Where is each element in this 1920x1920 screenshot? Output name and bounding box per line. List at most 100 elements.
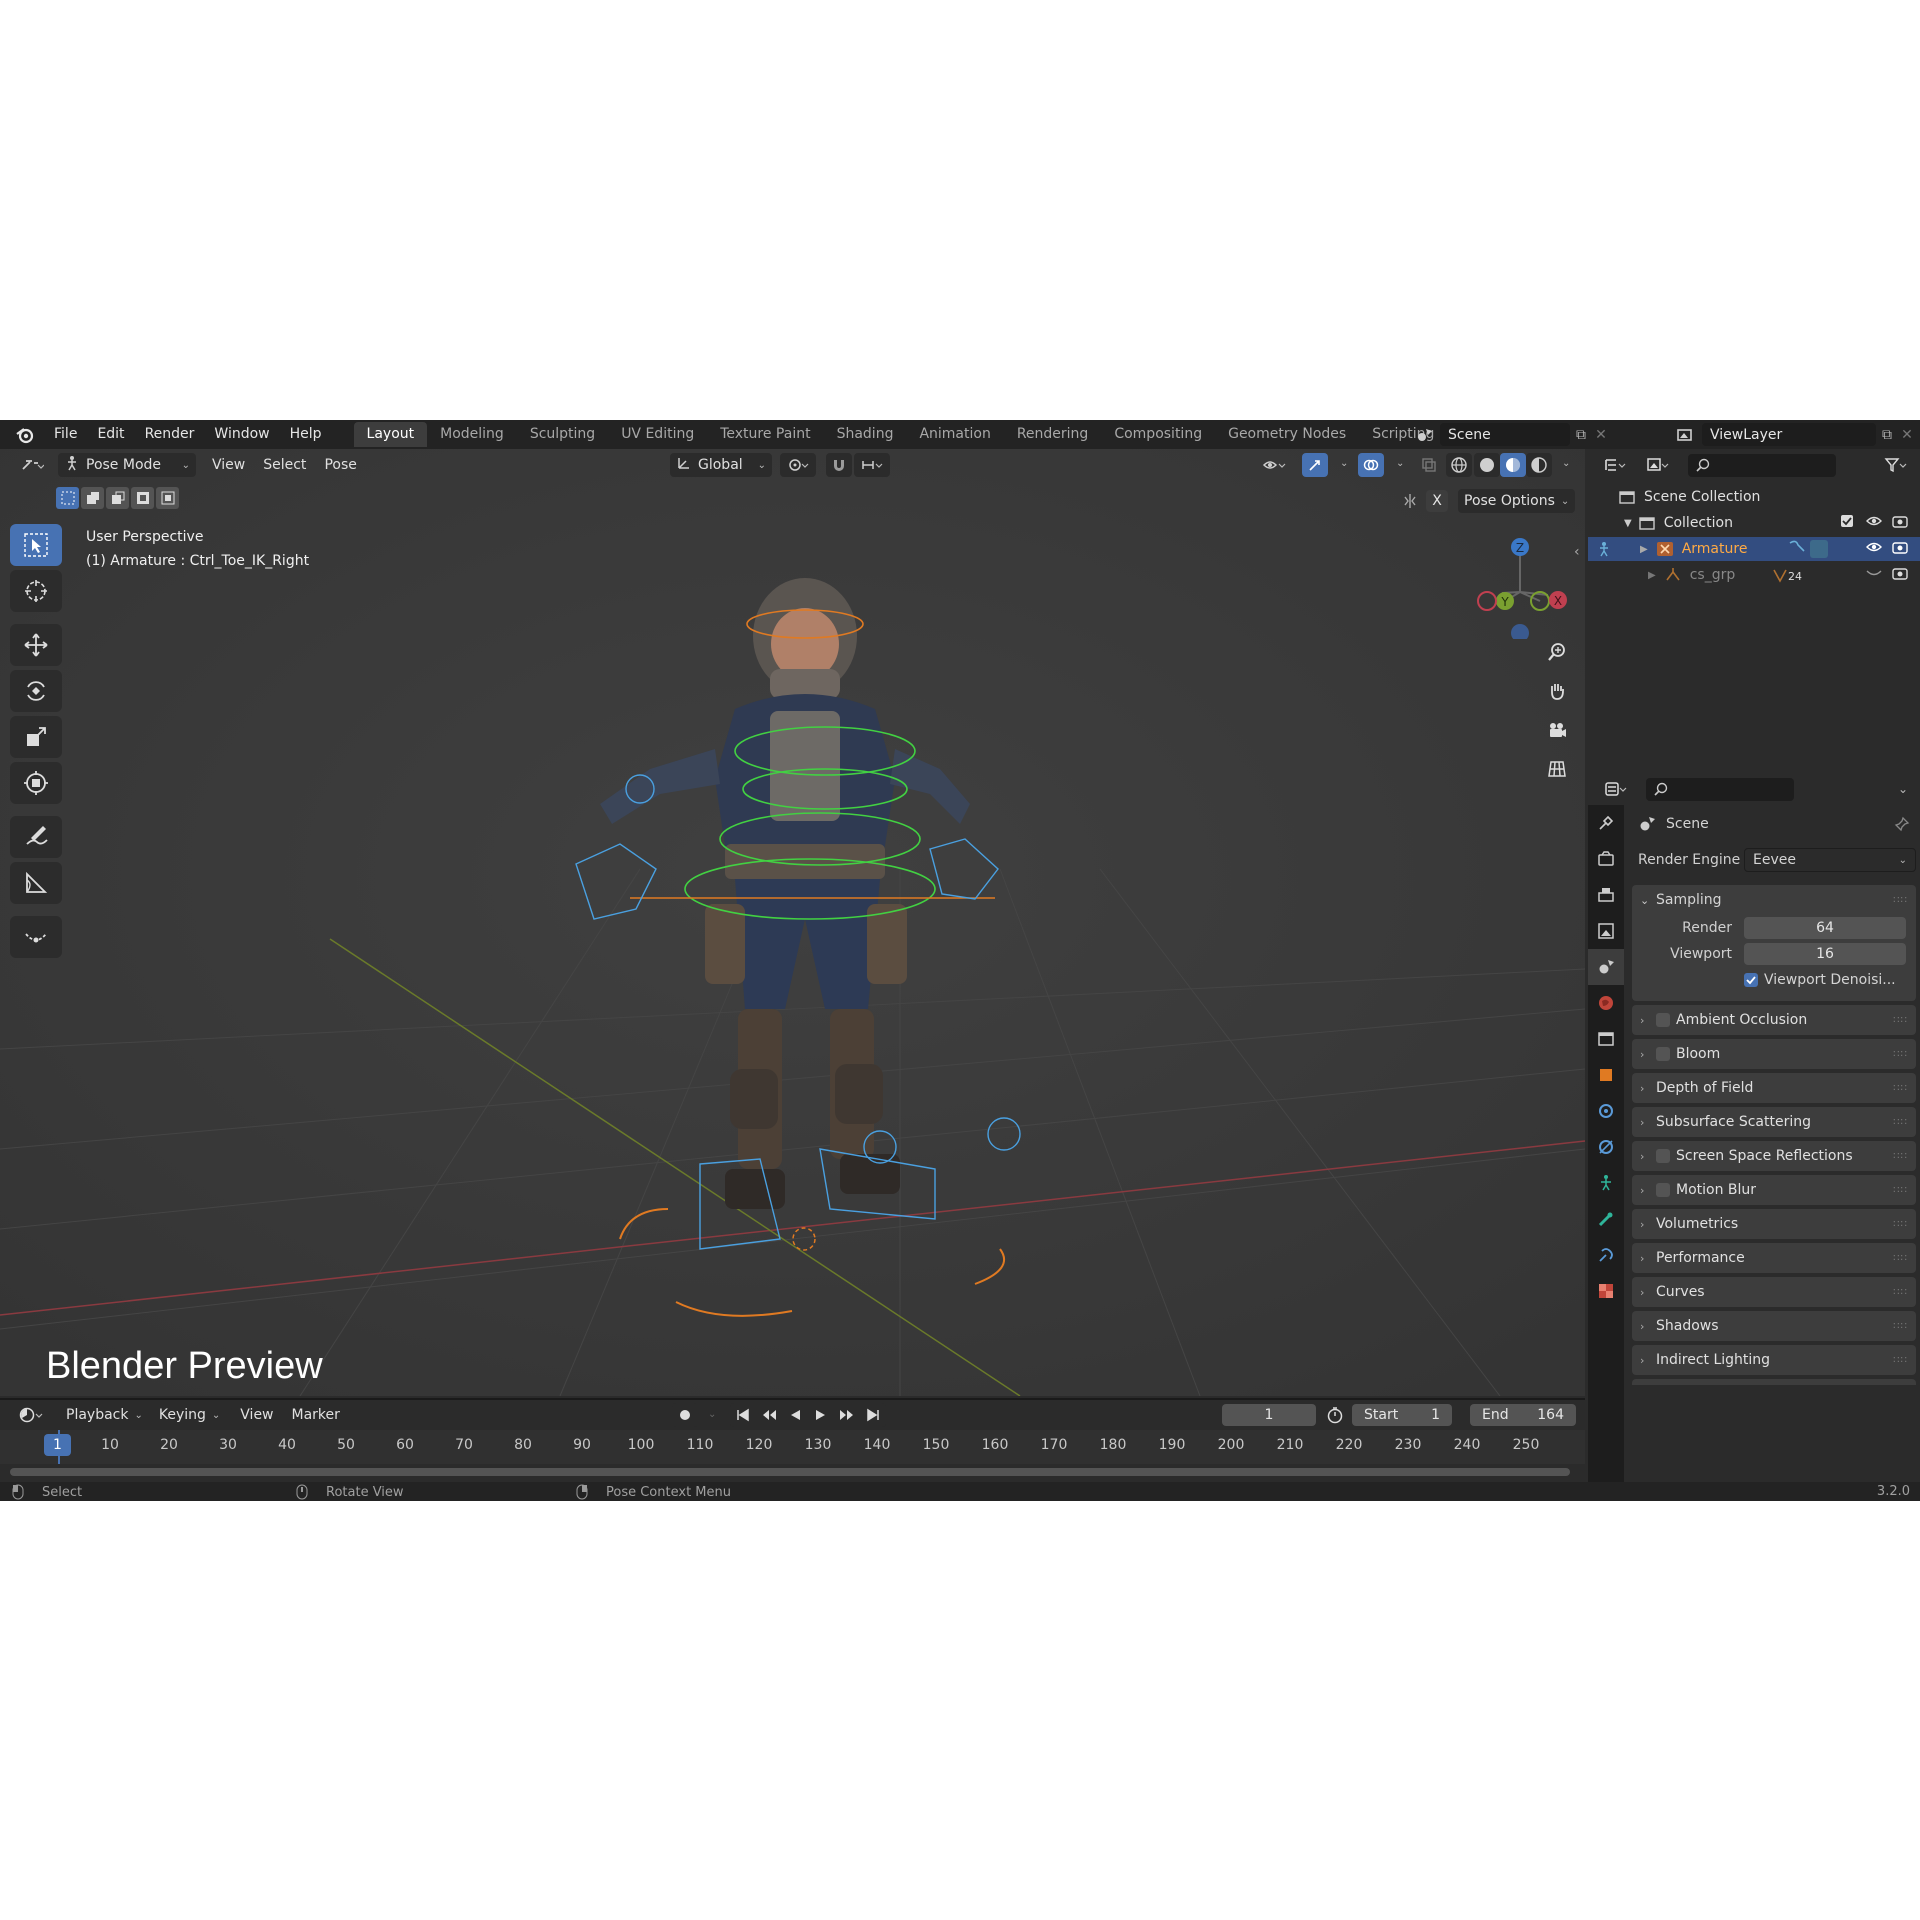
properties-search-input[interactable] xyxy=(1646,777,1794,801)
select-box-tool-icon[interactable] xyxy=(10,524,62,566)
cursor-tool-icon[interactable] xyxy=(10,570,62,612)
overlays-toggle-icon[interactable] xyxy=(1358,453,1384,477)
wireframe-shading-icon[interactable] xyxy=(1446,453,1472,477)
bone-tab-icon[interactable] xyxy=(1588,1201,1624,1237)
tab-geometry-nodes[interactable]: Geometry Nodes xyxy=(1215,422,1359,447)
ortho-grid-icon[interactable] xyxy=(1542,754,1572,784)
drag-grip-icon[interactable]: ∷∷ xyxy=(1893,1321,1908,1332)
properties-editor-type-button[interactable] xyxy=(1598,777,1634,801)
filter-icon[interactable] xyxy=(1878,453,1914,477)
viewport-denoise-checkbox[interactable] xyxy=(1744,973,1758,987)
select-new-icon[interactable] xyxy=(56,487,79,509)
render-camera-icon[interactable] xyxy=(1892,540,1908,558)
playhead-frame-indicator[interactable]: 1 xyxy=(44,1434,71,1456)
tool-settings-tab-icon[interactable] xyxy=(1588,805,1624,841)
record-options-icon[interactable]: ⌄ xyxy=(708,1409,716,1420)
tab-sculpting[interactable]: Sculpting xyxy=(517,422,608,447)
zoom-icon[interactable] xyxy=(1542,637,1572,667)
pivot-point-button[interactable] xyxy=(780,453,816,477)
texture-tab-icon[interactable] xyxy=(1588,1273,1624,1309)
drag-grip-icon[interactable]: ∷∷ xyxy=(1893,895,1908,906)
solid-shading-icon[interactable] xyxy=(1474,453,1500,477)
sampling-panel-header[interactable]: ⌄ Sampling ∷∷ xyxy=(1632,885,1916,915)
mirror-icon[interactable] xyxy=(1400,493,1422,509)
tab-rendering[interactable]: Rendering xyxy=(1004,422,1102,447)
mode-dropdown[interactable]: Pose Mode ⌄ xyxy=(58,453,196,477)
measure-tool-icon[interactable] xyxy=(10,862,62,904)
end-frame-field[interactable]: End 164 xyxy=(1470,1404,1576,1426)
menu-edit[interactable]: Edit xyxy=(87,420,134,449)
outliner-row-collection[interactable]: ▼ Collection xyxy=(1588,511,1920,535)
viewport-denoise-row[interactable]: Viewport Denoisi... xyxy=(1632,967,1916,993)
outliner-row-scene-collection[interactable]: Scene Collection xyxy=(1588,485,1920,509)
drag-grip-icon[interactable]: ∷∷ xyxy=(1893,1355,1908,1366)
tab-shading[interactable]: Shading xyxy=(824,422,907,447)
viewport-samples-field[interactable]: 16 xyxy=(1744,943,1906,965)
outliner-editor-type-button[interactable] xyxy=(1598,453,1634,477)
jump-end-icon[interactable] xyxy=(860,1403,886,1427)
timeline-view-menu[interactable]: View xyxy=(234,1403,279,1427)
menu-render[interactable]: Render xyxy=(135,420,205,449)
menu-select[interactable]: Select xyxy=(257,453,312,477)
camera-view-icon[interactable] xyxy=(1542,715,1572,745)
new-scene-icon[interactable]: ⧉ xyxy=(1570,427,1592,443)
select-subtract-icon[interactable] xyxy=(106,487,129,509)
drag-grip-icon[interactable]: ∷∷ xyxy=(1893,1083,1908,1094)
pin-icon[interactable] xyxy=(1894,816,1910,832)
drag-grip-icon[interactable]: ∷∷ xyxy=(1893,1049,1908,1060)
delete-view-layer-icon[interactable]: ✕ xyxy=(1898,427,1916,443)
marker-menu[interactable]: Marker xyxy=(286,1403,346,1427)
exclude-checkbox-icon[interactable] xyxy=(1840,514,1854,532)
pan-hand-icon[interactable] xyxy=(1542,676,1572,706)
panel-depth-of-field[interactable]: › Depth of Field ∷∷ xyxy=(1632,1073,1916,1103)
display-mode-button[interactable] xyxy=(1640,453,1676,477)
properties-options-icon[interactable]: ⌄ xyxy=(1898,782,1908,796)
3d-viewport[interactable]: Pose Mode ⌄ View Select Pose Global ⌄ ⌄ … xyxy=(0,449,1585,1396)
tab-compositing[interactable]: Compositing xyxy=(1101,422,1215,447)
scene-tab-icon[interactable] xyxy=(1588,949,1624,985)
drag-grip-icon[interactable]: ∷∷ xyxy=(1893,1151,1908,1162)
delete-scene-icon[interactable]: ✕ xyxy=(1592,427,1610,443)
annotate-tool-icon[interactable] xyxy=(10,816,62,858)
object-data-armature-tab-icon[interactable] xyxy=(1588,1165,1624,1201)
prev-keyframe-icon[interactable] xyxy=(756,1403,782,1427)
expand-arrow-icon[interactable]: ▶ xyxy=(1640,544,1648,555)
panel-enable-checkbox[interactable] xyxy=(1656,1013,1670,1027)
visibility-eye-icon[interactable] xyxy=(1866,540,1882,558)
record-icon[interactable] xyxy=(672,1403,698,1427)
panel-performance[interactable]: › Performance ∷∷ xyxy=(1632,1243,1916,1273)
menu-window[interactable]: Window xyxy=(204,420,279,449)
transform-tool-icon[interactable] xyxy=(10,762,62,804)
panel-enable-checkbox[interactable] xyxy=(1656,1149,1670,1163)
select-extend-icon[interactable] xyxy=(81,487,104,509)
panel-subsurface-scattering[interactable]: › Subsurface Scattering ∷∷ xyxy=(1632,1107,1916,1137)
relax-pose-tool-icon[interactable] xyxy=(10,916,62,958)
play-icon[interactable] xyxy=(808,1403,834,1427)
panel-volumetrics[interactable]: › Volumetrics ∷∷ xyxy=(1632,1209,1916,1239)
physics-tab-icon[interactable] xyxy=(1588,1129,1624,1165)
move-tool-icon[interactable] xyxy=(10,624,62,666)
drag-grip-icon[interactable]: ∷∷ xyxy=(1893,1253,1908,1264)
render-tab-icon[interactable] xyxy=(1588,841,1624,877)
modifier-tab-icon[interactable] xyxy=(1588,1093,1624,1129)
tab-texture-paint[interactable]: Texture Paint xyxy=(707,422,823,447)
menu-view[interactable]: View xyxy=(206,453,251,477)
panel-shadows[interactable]: › Shadows ∷∷ xyxy=(1632,1311,1916,1341)
render-camera-icon[interactable] xyxy=(1892,566,1908,584)
panel-ambient-occlusion[interactable]: › Ambient Occlusion ∷∷ xyxy=(1632,1005,1916,1035)
select-invert-icon[interactable] xyxy=(131,487,154,509)
panel-enable-checkbox[interactable] xyxy=(1656,1047,1670,1061)
drag-grip-icon[interactable]: ∷∷ xyxy=(1893,1219,1908,1230)
drag-grip-icon[interactable]: ∷∷ xyxy=(1893,1117,1908,1128)
rendered-shading-icon[interactable] xyxy=(1526,453,1552,477)
render-samples-field[interactable]: 64 xyxy=(1744,917,1906,939)
menu-pose[interactable]: Pose xyxy=(318,453,362,477)
current-frame-field[interactable]: 1 xyxy=(1222,1404,1316,1426)
gizmo-toggle-icon[interactable] xyxy=(1302,453,1328,477)
panel-indirect-lighting[interactable]: › Indirect Lighting ∷∷ xyxy=(1632,1345,1916,1375)
sidebar-toggle-icon[interactable]: ‹ xyxy=(1574,544,1580,560)
stopwatch-icon[interactable] xyxy=(1326,1406,1344,1428)
outliner-row-cs-grp[interactable]: ▶ cs_grp 24 xyxy=(1588,563,1920,587)
panel-screen-space-reflections[interactable]: › Screen Space Reflections ∷∷ xyxy=(1632,1141,1916,1171)
view-layer-selector[interactable]: ViewLayer ⧉ ✕ xyxy=(1668,423,1916,446)
